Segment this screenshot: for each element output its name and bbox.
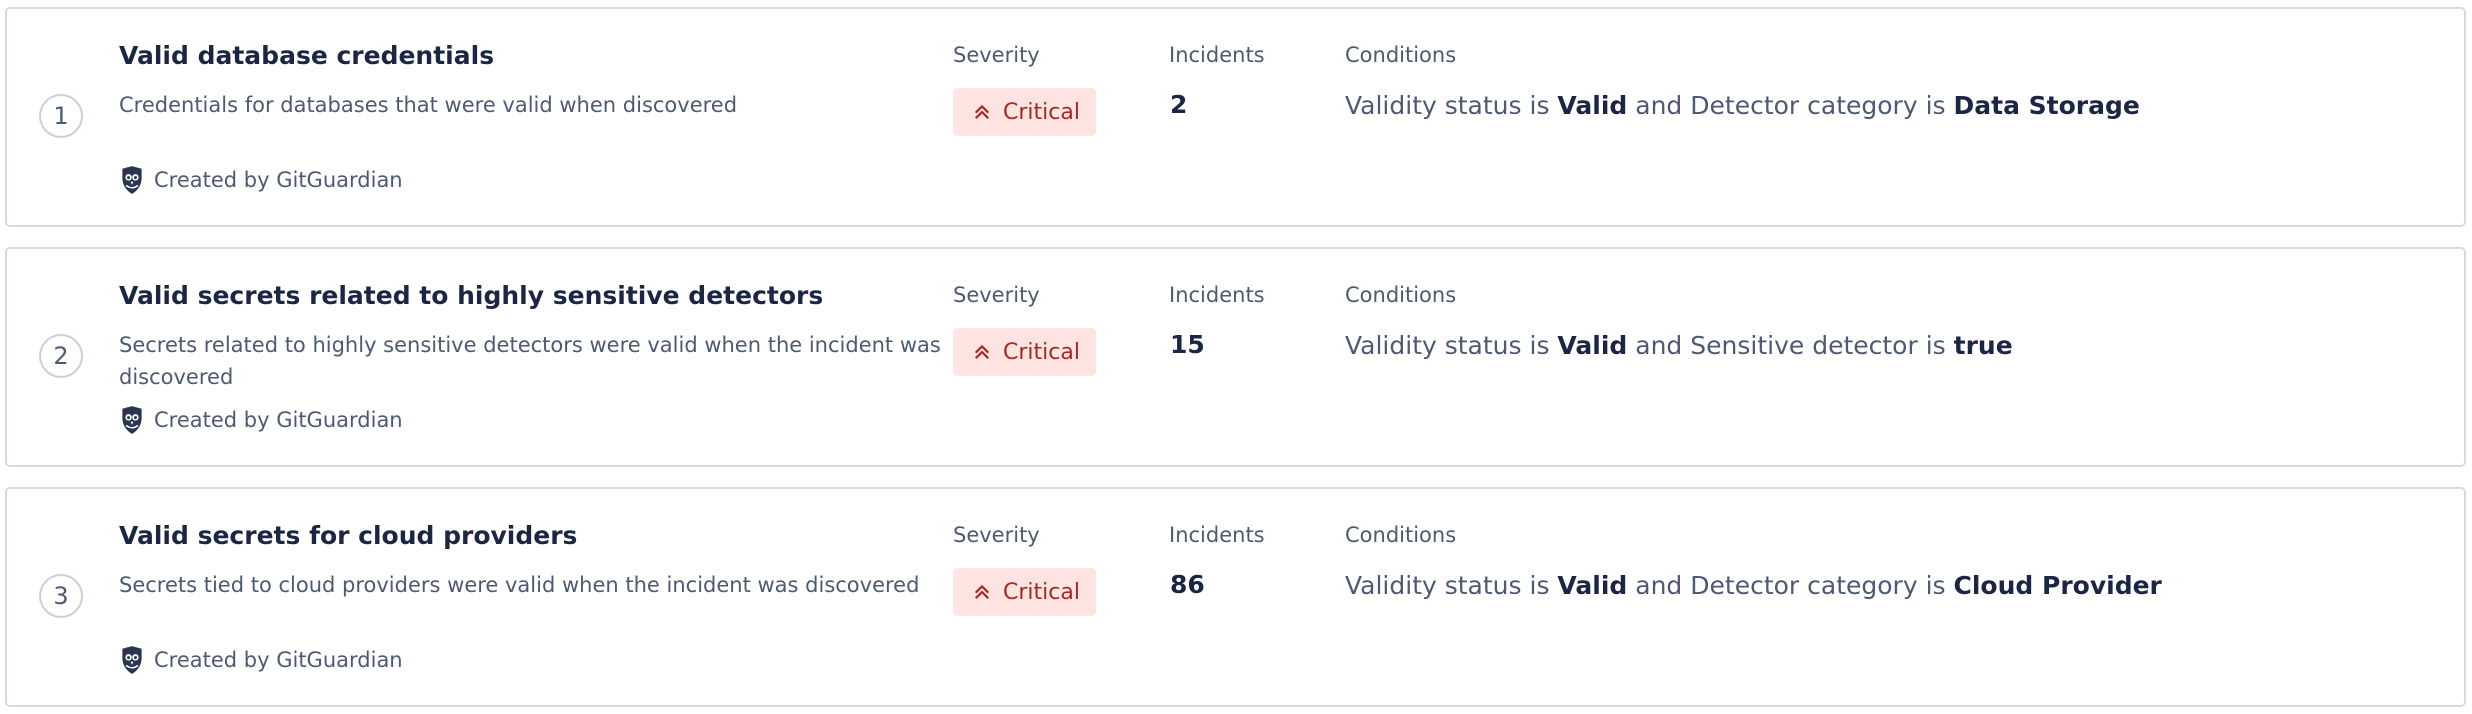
rule-description: Secrets related to highly sensitive dete… [119,333,941,389]
incidents-label: Incidents [1169,523,1265,547]
conditions-label: Conditions [1345,523,1457,547]
rule-title: Valid secrets for cloud providers [119,521,578,550]
condition-text: Validity status is [1345,571,1550,600]
incident-count: 86 [1170,570,1205,599]
conditions-label: Conditions [1345,43,1457,67]
rule-rank: 2 [39,334,83,378]
severity-label: Severity [953,43,1040,67]
severity-badge: Critical [953,568,1096,616]
condition-text: Detector category is [1690,571,1946,600]
rule-conditions: Validity status is Valid and Detector ca… [1345,91,2140,120]
condition-connector: and [1635,91,1683,120]
rule-creator: Created by GitGuardian [119,405,403,435]
incident-count: 2 [1170,90,1188,119]
rule-description: Credentials for databases that were vali… [119,93,738,117]
rule-conditions: Validity status is Valid and Sensitive d… [1345,331,2013,360]
severity-value: Critical [1003,579,1080,605]
double-chevron-up-icon [975,105,989,119]
severity-badge: Critical [953,328,1096,376]
rule-rank: 3 [39,574,83,618]
condition-text: Validity status is [1345,331,1550,360]
severity-value: Critical [1003,339,1080,365]
rule-card[interactable]: 2 Valid secrets related to highly sensit… [5,247,2466,467]
double-chevron-up-icon [975,585,989,599]
rule-card[interactable]: 3 Valid secrets for cloud providers Secr… [5,487,2466,707]
creator-label: Created by GitGuardian [154,408,403,432]
condition-connector: and [1635,331,1683,360]
condition-value: Valid [1557,331,1628,360]
incidents-label: Incidents [1169,43,1265,67]
gitguardian-owl-icon [122,646,142,674]
rule-description: Secrets tied to cloud providers were val… [119,573,920,597]
condition-text: Validity status is [1345,91,1550,120]
severity-value: Critical [1003,99,1080,125]
rule-creator: Created by GitGuardian [119,165,403,195]
severity-label: Severity [953,283,1040,307]
severity-badge: Critical [953,88,1096,136]
condition-text: Sensitive detector is [1690,331,1946,360]
rule-title: Valid secrets related to highly sensitiv… [119,281,824,310]
condition-value: Valid [1557,91,1628,120]
severity-label: Severity [953,523,1040,547]
double-chevron-up-icon [975,345,989,359]
incident-count: 15 [1170,330,1205,359]
condition-value: Valid [1557,571,1628,600]
conditions-label: Conditions [1345,283,1457,307]
gitguardian-owl-icon [122,406,142,434]
rule-title: Valid database credentials [119,41,495,70]
creator-label: Created by GitGuardian [154,168,403,192]
rule-card[interactable]: 1 Valid database credentials Credentials… [5,7,2466,227]
condition-value: Cloud Provider [1953,571,2162,600]
creator-label: Created by GitGuardian [154,648,403,672]
rule-creator: Created by GitGuardian [119,645,403,675]
rule-rank: 1 [39,94,83,138]
rule-conditions: Validity status is Valid and Detector ca… [1345,571,2162,600]
priority-rules-list: 1 Valid database credentials Credentials… [0,0,2472,714]
gitguardian-owl-icon [122,166,142,194]
condition-value: Data Storage [1953,91,2140,120]
condition-text: Detector category is [1690,91,1946,120]
condition-value: true [1953,331,2013,360]
incidents-label: Incidents [1169,283,1265,307]
condition-connector: and [1635,571,1683,600]
